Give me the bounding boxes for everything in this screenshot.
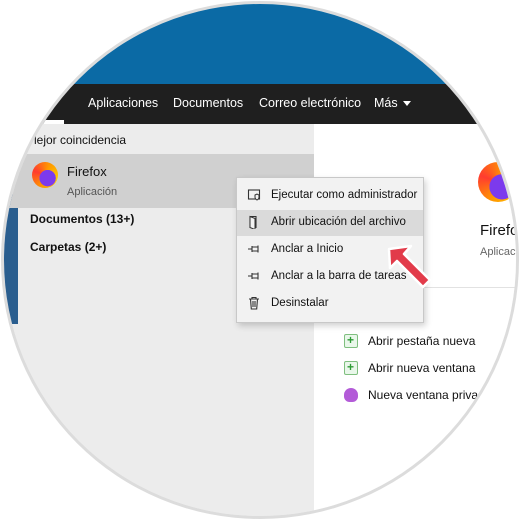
- tab-mas[interactable]: Más: [374, 96, 411, 110]
- preview-subtitle: Aplicació: [480, 246, 516, 258]
- pin-icon: [248, 245, 259, 253]
- firefox-icon: [32, 162, 58, 188]
- action-new-window[interactable]: Abrir nueva ventana: [344, 360, 476, 376]
- folder-location-icon: [249, 215, 257, 229]
- filter-tab-bar: Aplicaciones Documentos Correo electróni…: [4, 84, 516, 124]
- action-new-tab-label: Abrir pestaña nueva: [368, 334, 476, 348]
- ctx-uninstall-label: Desinstalar: [271, 297, 329, 309]
- chevron-down-icon: [402, 101, 411, 107]
- annotation-arrow-icon: [387, 244, 432, 289]
- header-partial-text: aje: [82, 48, 100, 63]
- pin-icon: [248, 272, 259, 280]
- tab-correo-electronico[interactable]: Correo electrónico: [259, 96, 361, 110]
- trash-icon: [249, 296, 259, 310]
- ctx-open-file-location-label: Abrir ubicación del archivo: [271, 216, 406, 228]
- ctx-pin-to-start-label: Anclar a Inicio: [271, 243, 344, 255]
- action-private-window-label: Nueva ventana privad: [368, 388, 485, 402]
- private-window-icon: [344, 387, 358, 402]
- group-documentos[interactable]: Documentos (13+): [30, 212, 134, 226]
- action-new-window-label: Abrir nueva ventana: [368, 361, 476, 375]
- new-tab-icon: [344, 333, 358, 348]
- group-carpetas[interactable]: Carpetas (2+): [30, 240, 106, 254]
- best-match-heading: lejor coincidencia: [34, 133, 127, 147]
- firefox-large-icon: [478, 162, 516, 202]
- tab-aplicaciones[interactable]: Aplicaciones: [88, 96, 158, 110]
- circular-crop: aje Aplicaciones Documentos Correo elect…: [4, 4, 516, 516]
- shield-icon: [247, 189, 261, 201]
- action-private-window[interactable]: Nueva ventana privad: [344, 387, 485, 403]
- tab-documentos[interactable]: Documentos: [173, 96, 243, 110]
- screenshot-stage: aje Aplicaciones Documentos Correo elect…: [0, 0, 520, 520]
- tab-mas-label: Más: [374, 96, 398, 110]
- best-match-title: Firefox: [67, 164, 107, 179]
- action-new-tab[interactable]: Abrir pestaña nueva: [344, 333, 476, 349]
- search-header-bar: aje: [4, 4, 516, 84]
- ctx-run-as-admin[interactable]: Ejecutar como administrador: [237, 183, 423, 209]
- ctx-uninstall[interactable]: Desinstalar: [237, 291, 423, 317]
- best-match-subtitle: Aplicación: [67, 186, 118, 198]
- preview-title: Firefo: [480, 222, 516, 239]
- ctx-open-file-location[interactable]: Abrir ubicación del archivo: [237, 210, 423, 236]
- new-window-icon: [344, 360, 358, 375]
- ctx-run-as-admin-label: Ejecutar como administrador: [271, 189, 418, 201]
- desktop-background-strip: [4, 194, 18, 324]
